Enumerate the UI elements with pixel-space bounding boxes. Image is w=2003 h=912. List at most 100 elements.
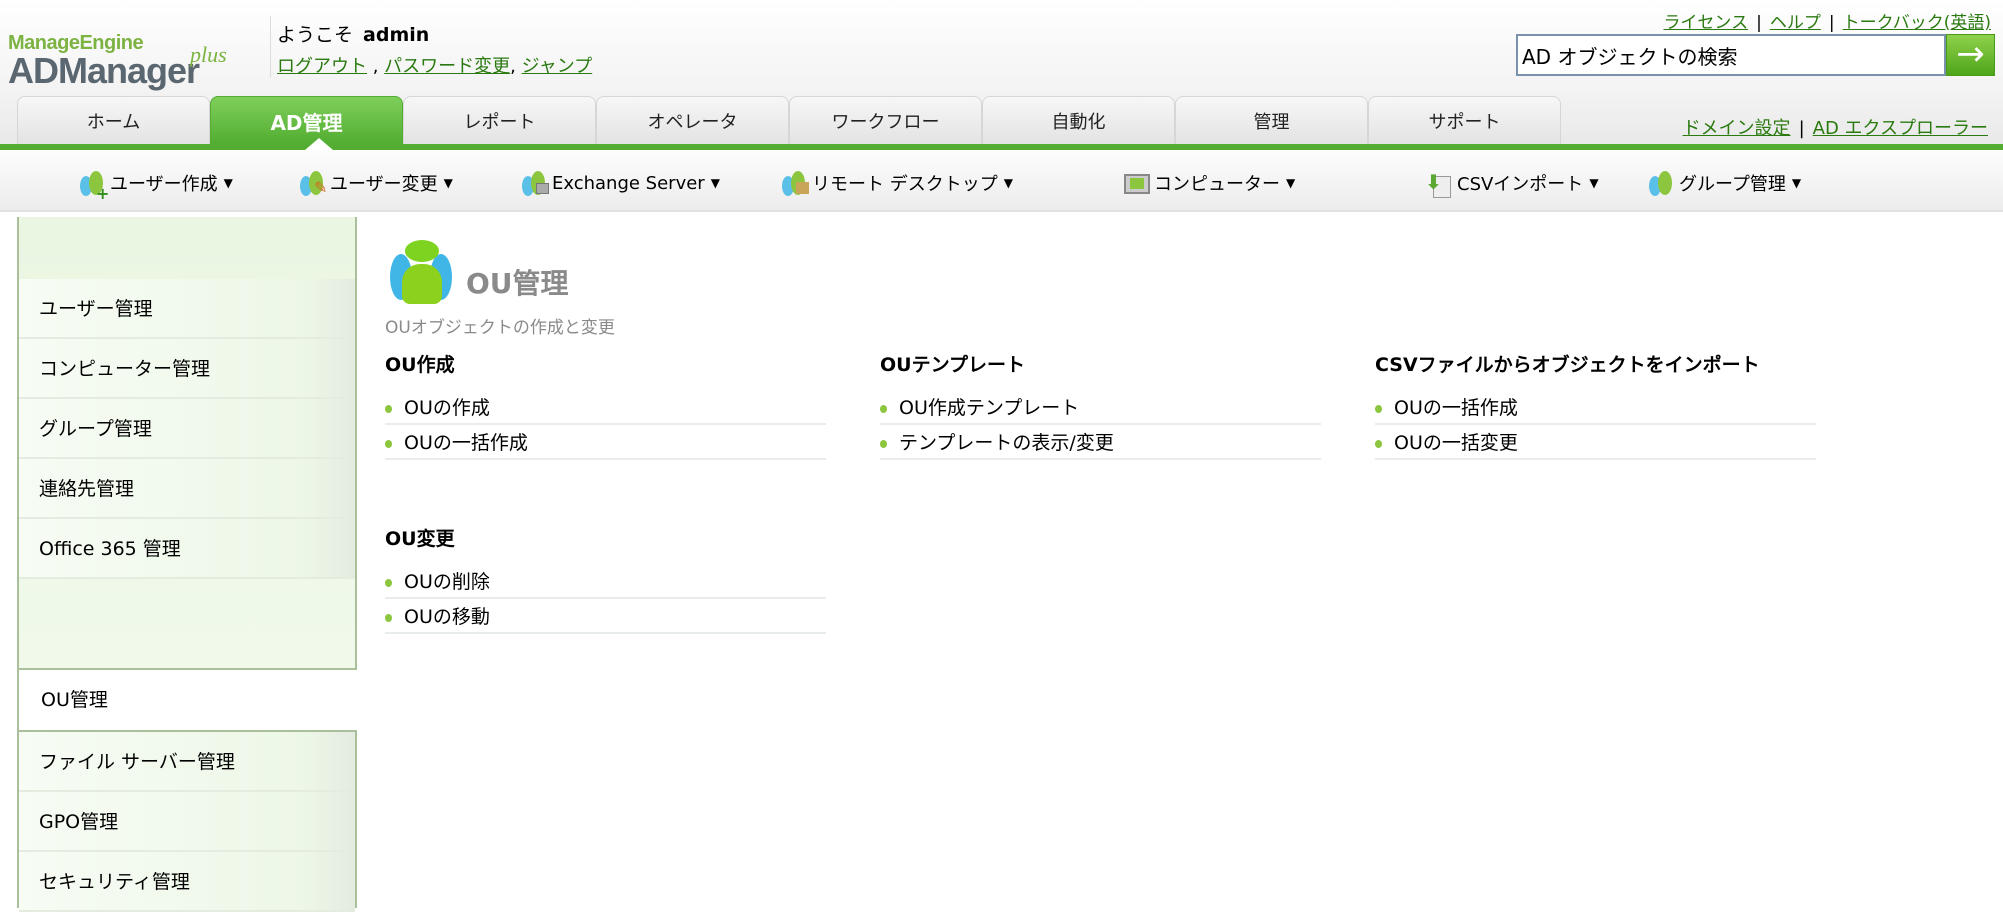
- main-tabs: ホーム AD管理 レポート オペレータ ワークフロー 自動化 管理 サポート: [17, 96, 1561, 144]
- bullet-icon: [385, 439, 392, 448]
- menu-label: グループ管理: [1679, 174, 1786, 195]
- username: admin: [363, 24, 430, 46]
- bullet-icon: [1375, 439, 1382, 448]
- menu-label: コンピューター: [1154, 174, 1280, 195]
- dropdown-arrow-icon: ▼: [1589, 176, 1599, 190]
- link-label: OUの一括作成: [404, 432, 528, 454]
- sidebar-item-ou-management[interactable]: OU管理: [17, 668, 357, 732]
- bullet-icon: [880, 404, 887, 413]
- tab-operator[interactable]: オペレータ: [596, 96, 789, 144]
- computer-menu[interactable]: コンピューター ▼: [1122, 168, 1295, 198]
- section-ou-template: OUテンプレート OU作成テンプレート テンプレートの表示/変更: [880, 350, 1321, 460]
- csv-import-icon: ⬇: [1425, 168, 1455, 198]
- sidebar-item-security-management[interactable]: セキュリティ管理: [19, 852, 355, 912]
- search-button[interactable]: →: [1946, 34, 1995, 76]
- license-link[interactable]: ライセンス: [1663, 13, 1748, 33]
- create-user-menu[interactable]: + ユーザー作成 ▼: [78, 168, 233, 203]
- welcome-text: ようこそ admin: [277, 20, 429, 47]
- computer-icon: [1122, 168, 1152, 198]
- separator: |: [1756, 13, 1762, 33]
- separator: |: [1828, 13, 1835, 33]
- ad-object-search-input[interactable]: [1516, 34, 1946, 76]
- separator: ,: [510, 56, 522, 77]
- sidebar: ユーザー管理 コンピューター管理 グループ管理 連絡先管理 Office 365…: [17, 217, 357, 912]
- link-label: OU作成テンプレート: [899, 397, 1080, 419]
- link-ou-create-template[interactable]: OU作成テンプレート: [880, 390, 1321, 425]
- ou-users-icon: [390, 240, 454, 304]
- link-label: OUの作成: [404, 397, 490, 419]
- group-icon: [1647, 168, 1677, 198]
- section-heading: OU変更: [385, 528, 455, 550]
- section-ou-modify: OU変更 OUの削除 OUの移動: [385, 524, 826, 634]
- link-csv-bulk-create-ou[interactable]: OUの一括作成: [1375, 390, 1816, 425]
- separator: ,: [367, 56, 385, 77]
- sidebar-item-file-server-management[interactable]: ファイル サーバー管理: [19, 732, 355, 792]
- exchange-mail-icon: [520, 168, 550, 198]
- link-label: OUの一括作成: [1394, 397, 1518, 419]
- section-ou-create: OU作成 OUの作成 OUの一括作成: [385, 350, 826, 460]
- menu-label: ユーザー変更: [330, 174, 438, 195]
- section-heading: OUテンプレート: [880, 354, 1026, 376]
- logo-suffix: plus: [190, 42, 227, 67]
- tab-automation[interactable]: 自動化: [982, 96, 1175, 144]
- remote-desktop-menu[interactable]: リモート デスクトップ ▼: [780, 168, 1013, 198]
- sidebar-item-gpo-management[interactable]: GPO管理: [19, 792, 355, 852]
- domain-settings-link[interactable]: ドメイン設定: [1683, 118, 1791, 139]
- domain-links: ドメイン設定 | AD エクスプローラー: [1683, 114, 1988, 140]
- tab-support[interactable]: サポート: [1368, 96, 1561, 144]
- page-title: OU管理: [466, 267, 569, 300]
- tab-workflow[interactable]: ワークフロー: [789, 96, 982, 144]
- sidebar-item-computer-management[interactable]: コンピューター管理: [19, 339, 355, 399]
- menu-label: CSVインポート: [1457, 174, 1584, 195]
- edit-user-icon: ✎: [298, 168, 328, 198]
- sidebar-item-office365-management[interactable]: Office 365 管理: [19, 519, 355, 579]
- admanager-logo[interactable]: ManageEngine ADManager plus: [8, 12, 268, 91]
- divider: [270, 16, 271, 78]
- help-link[interactable]: ヘルプ: [1770, 13, 1821, 33]
- logout-link[interactable]: ログアウト: [277, 56, 367, 77]
- dropdown-arrow-icon: ▼: [443, 176, 453, 190]
- tab-home[interactable]: ホーム: [17, 96, 210, 144]
- link-label: OUの移動: [404, 606, 490, 628]
- sidebar-item-group-management[interactable]: グループ管理: [19, 399, 355, 459]
- dropdown-arrow-icon: ▼: [710, 176, 720, 190]
- modify-user-menu[interactable]: ✎ ユーザー変更 ▼: [298, 168, 453, 198]
- dropdown-arrow-icon: ▼: [1791, 176, 1802, 190]
- remote-desktop-icon: [780, 168, 810, 198]
- talkback-link[interactable]: トークバック(英語): [1843, 13, 1991, 33]
- menu-label: リモート デスクトップ: [812, 174, 998, 195]
- header: ManageEngine ADManager plus ようこそ admin ログ…: [0, 0, 2003, 150]
- arrow-right-icon: →: [1956, 34, 1985, 74]
- ad-explorer-link[interactable]: AD エクスプローラー: [1813, 118, 1988, 139]
- csv-import-menu[interactable]: ⬇ CSVインポート ▼: [1425, 168, 1599, 198]
- section-heading: CSVファイルからオブジェクトをインポート: [1375, 354, 1760, 376]
- link-view-modify-template[interactable]: テンプレートの表示/変更: [880, 425, 1321, 460]
- link-create-ou[interactable]: OUの作成: [385, 390, 826, 425]
- sidebar-item-contact-management[interactable]: 連絡先管理: [19, 459, 355, 519]
- link-label: テンプレートの表示/変更: [899, 432, 1114, 454]
- page-subtitle: OUオブジェクトの作成と変更: [385, 318, 615, 338]
- section-heading: OU作成: [385, 354, 455, 376]
- link-label: OUの削除: [404, 571, 490, 593]
- user-links: ログアウト , パスワード変更, ジャンプ: [277, 52, 592, 78]
- link-bulk-create-ou[interactable]: OUの一括作成: [385, 425, 826, 460]
- tab-admin[interactable]: 管理: [1175, 96, 1368, 144]
- sub-toolbar: + ユーザー作成 ▼ ✎ ユーザー変更 ▼ Exchange Server ▼ リモート …: [0, 150, 2003, 212]
- change-password-link[interactable]: パスワード変更: [384, 56, 510, 77]
- group-management-menu[interactable]: グループ管理 ▼: [1647, 168, 1801, 198]
- separator: |: [1798, 118, 1805, 139]
- link-csv-bulk-modify-ou[interactable]: OUの一括変更: [1375, 425, 1816, 460]
- dropdown-arrow-icon: ▼: [1003, 176, 1013, 190]
- tab-ad-management[interactable]: AD管理: [210, 96, 403, 144]
- dropdown-arrow-icon: ▼: [1286, 176, 1296, 190]
- tab-reports[interactable]: レポート: [403, 96, 596, 144]
- bullet-icon: [880, 439, 887, 448]
- bullet-icon: [385, 578, 392, 587]
- link-delete-ou[interactable]: OUの削除: [385, 564, 826, 599]
- sidebar-item-user-management[interactable]: ユーザー管理: [19, 279, 355, 339]
- link-move-ou[interactable]: OUの移動: [385, 599, 826, 634]
- exchange-server-menu[interactable]: Exchange Server ▼: [520, 168, 720, 198]
- logo-product: ADManager: [8, 50, 200, 91]
- bullet-icon: [1375, 404, 1382, 413]
- jump-link[interactable]: ジャンプ: [522, 56, 593, 77]
